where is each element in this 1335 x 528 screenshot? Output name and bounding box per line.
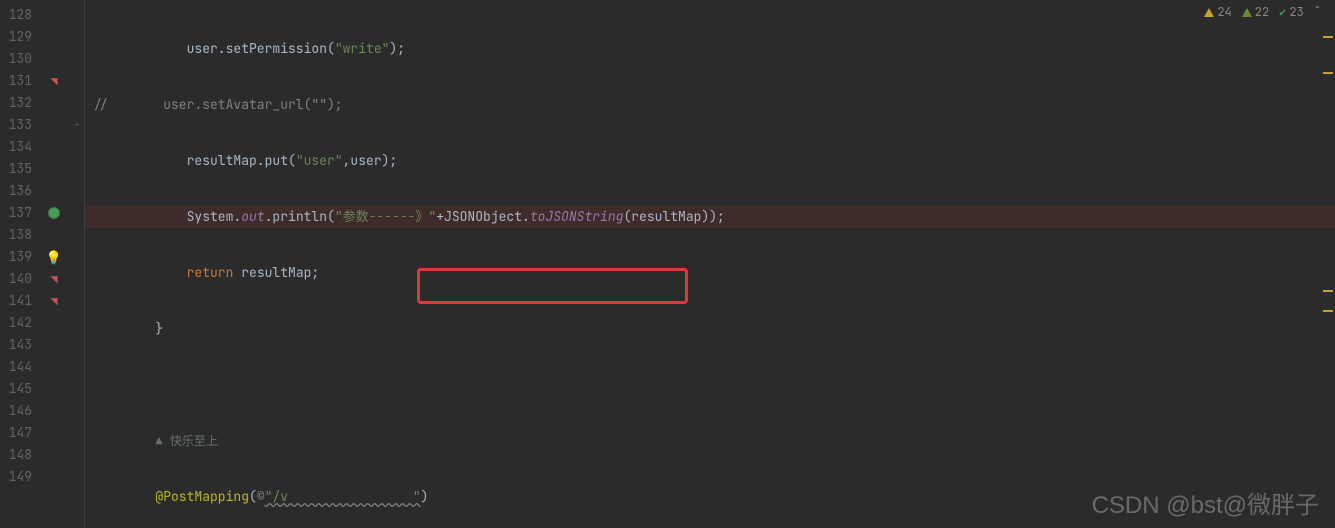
code-line[interactable]: } <box>85 318 1335 340</box>
red-marker-icon[interactable]: ◥ <box>38 290 70 312</box>
intention-bulb-icon[interactable]: 💡 <box>38 246 70 268</box>
warning-triangle-icon <box>1204 8 1214 17</box>
icon-gutter: ◥ 💡 ◥ ◥ <box>38 0 70 528</box>
code-line[interactable]: user.setPermission("write"); <box>85 38 1335 60</box>
warning-indicator[interactable]: 24 <box>1204 4 1231 20</box>
check-icon: ✔ <box>1279 4 1286 20</box>
author-hint: ▲ 快乐至上 <box>85 430 1335 452</box>
code-line[interactable]: @PostMapping(©"/v ") <box>85 486 1335 508</box>
code-line[interactable]: // user.setAvatar_url(""); <box>85 94 1335 116</box>
code-line[interactable]: System.out.println("参数------》"+JSONObjec… <box>85 206 1335 228</box>
fold-gutter[interactable]: ⌃ <box>70 0 85 528</box>
ok-indicator[interactable]: ✔23 <box>1279 4 1304 20</box>
line-number-gutter: 1281291301311321331341351361371381391401… <box>0 0 38 528</box>
red-marker-icon[interactable]: ◥ <box>38 268 70 290</box>
code-line[interactable]: resultMap.put("user",user); <box>85 150 1335 172</box>
inspection-indicators[interactable]: 24 22 ✔23 ˇ <box>1204 4 1321 20</box>
code-area[interactable]: user.setPermission("write"); // user.set… <box>85 0 1335 528</box>
weak-warning-indicator[interactable]: 22 <box>1242 4 1269 20</box>
more-indicator-icon[interactable]: ˇ <box>1314 4 1321 20</box>
code-line[interactable]: return resultMap; <box>85 262 1335 284</box>
code-line[interactable] <box>85 374 1335 396</box>
code-editor[interactable]: 1281291301311321331341351361371381391401… <box>0 0 1335 528</box>
run-gutter-icon[interactable] <box>38 202 70 224</box>
weak-warning-triangle-icon <box>1242 8 1252 17</box>
red-marker-icon[interactable]: ◥ <box>38 70 70 92</box>
error-stripe-scrollbar[interactable] <box>1323 0 1333 528</box>
fold-handle-icon[interactable]: ⌃ <box>70 114 84 136</box>
